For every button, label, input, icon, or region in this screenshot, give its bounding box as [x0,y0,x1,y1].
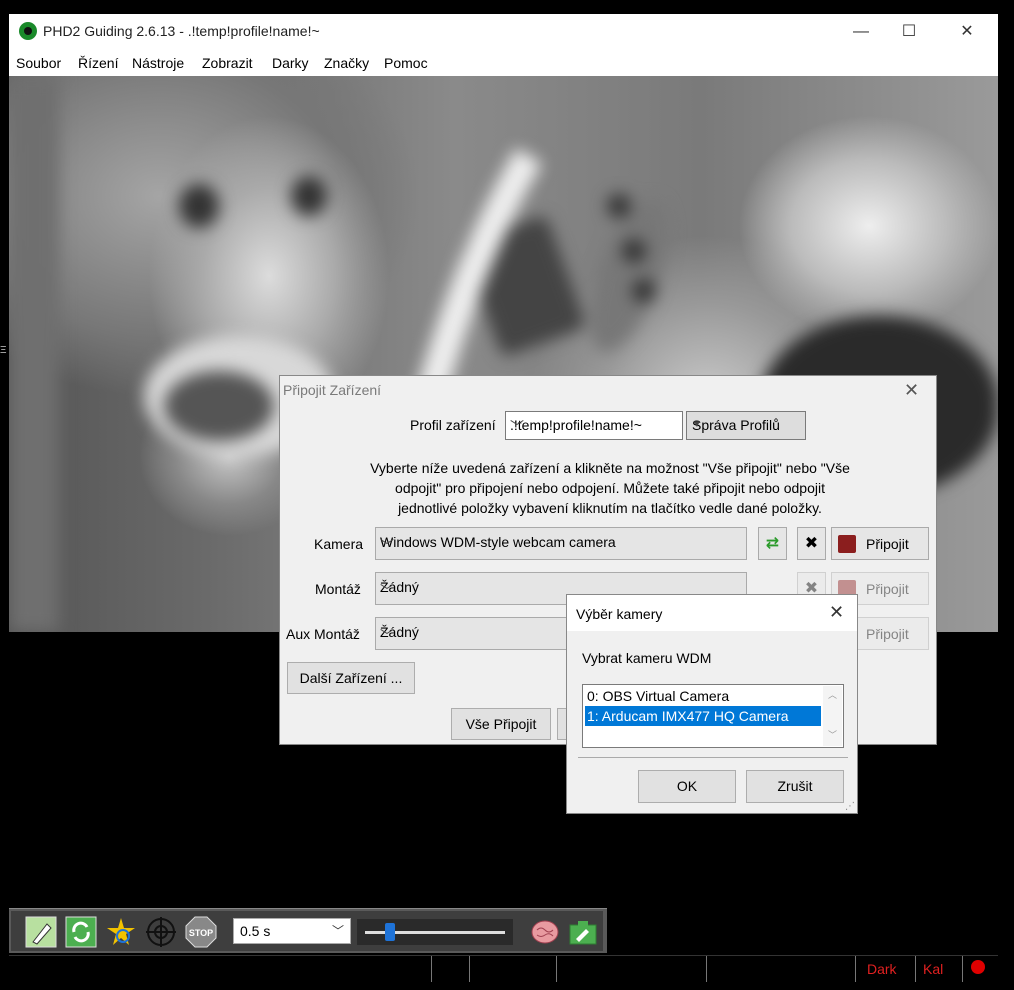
menu-znacky[interactable]: Značky [324,55,369,71]
camera-dialog-close-button[interactable]: ✕ [829,602,844,623]
exposure-value: 0.5 s [240,923,271,939]
connect-gear-icon[interactable] [567,916,599,948]
camera-list[interactable]: 0: OBS Virtual Camera 1: Arducam IMX477 … [582,684,844,748]
chevron-down-icon: ﹀ [331,924,344,938]
status-bar: Dark Kal [9,955,998,982]
menu-nastroje[interactable]: Nástroje [132,55,184,71]
aux-mount-label: Aux Montáž [286,626,360,642]
title-bar: PHD2 Guiding 2.6.13 - .!temp!profile!nam… [9,14,998,50]
more-devices-button[interactable]: Další Zařízení ... [287,662,415,694]
instructions-line: Vyberte níže uvedená zařízení a klikněte… [370,460,850,476]
menu-zobrazit[interactable]: Zobrazit [202,55,253,71]
instructions-text: Vyberte níže uvedená zařízení a klikněte… [340,458,880,518]
manage-profiles-button[interactable]: Správa Profilů ▼ [686,411,806,440]
dialog-close-button[interactable]: ✕ [904,380,919,401]
plug-icon [838,535,856,553]
tools-icon: ✖ [804,535,819,552]
mount-connect-label: Připojit [866,581,909,597]
divider [578,757,848,758]
aux-mount-connect-label: Připojit [866,626,909,642]
scroll-up-icon[interactable]: ︿ [828,688,837,701]
camera-dialog-title: Výběr kamery [576,606,663,622]
cancel-button[interactable]: Zrušit [746,770,844,803]
dialog-title: Připojit Zařízení [283,382,382,398]
menu-darky[interactable]: Darky [272,55,309,71]
chevron-down-icon: ﹀ [510,419,524,435]
menu-rizeni[interactable]: Řízení [78,55,118,71]
svg-text:STOP: STOP [189,928,213,938]
swap-camera-button[interactable]: ⇄ [758,527,787,560]
camera-list-scrollbar[interactable]: ︿ ﹀ [823,686,842,746]
camera-list-item[interactable]: 0: OBS Virtual Camera [585,686,821,706]
toolbar-panel: STOP 0.5 s ﹀ [11,911,603,951]
camera-label: Kamera [314,536,364,552]
edge-glyph: Ξ [0,345,7,356]
status-separator [431,956,432,982]
status-separator [855,956,856,982]
swap-arrows-icon: ⇄ [765,535,780,552]
ok-button[interactable]: OK [638,770,736,803]
calibration-status: Kal [923,961,944,977]
menu-pomoc[interactable]: Pomoc [384,55,428,71]
maximize-button[interactable]: ☐ [886,14,932,50]
status-separator [706,956,707,982]
close-button[interactable]: ✕ [944,14,990,50]
camera-list-item-selected[interactable]: 1: Arducam IMX477 HQ Camera [585,706,821,726]
window-title: PHD2 Guiding 2.6.13 - .!temp!profile!nam… [43,23,320,39]
connect-all-button[interactable]: Vše Připojit [451,708,551,740]
status-separator [962,956,963,982]
scroll-down-icon[interactable]: ﹀ [828,728,837,741]
profile-select[interactable]: .!temp!profile!name!~ ﹀ [505,411,683,440]
camera-setup-button[interactable]: ✖ [797,527,826,560]
dark-status: Dark [867,961,897,977]
camera-connect-label: Připojit [866,536,909,552]
brain-settings-icon[interactable] [529,916,561,948]
resize-grip-icon[interactable]: ⋰ [845,801,855,812]
menu-bar: Soubor Řízení Nástroje Zobrazit Darky Zn… [9,50,998,76]
camera-select[interactable]: Windows WDM-style webcam camera ﹀ [375,527,747,560]
instructions-line: odpojit" pro připojení nebo odpojení. Mů… [395,480,825,496]
camera-connect-button[interactable]: Připojit [831,527,929,560]
gamma-slider[interactable] [357,919,513,945]
camera-dialog-title-bar: Výběr kamery ✕ [567,595,857,631]
auto-select-star-icon[interactable] [105,916,137,948]
status-separator [469,956,470,982]
connection-status-dot [971,960,985,974]
minimize-button[interactable]: — [838,14,884,50]
status-separator [556,956,557,982]
camera-selection-dialog: Výběr kamery ✕ Vybrat kameru WDM 0: OBS … [566,594,858,814]
exposure-duration-select[interactable]: 0.5 s ﹀ [233,918,351,944]
profile-label: Profil zařízení [410,417,496,433]
bottom-toolbar: STOP 0.5 s ﹀ [9,908,607,953]
menu-soubor[interactable]: Soubor [16,55,61,71]
phd2-app-icon [19,22,37,40]
status-separator [915,956,916,982]
gamma-slider-thumb[interactable] [385,923,396,941]
mount-label: Montáž [315,581,361,597]
dropdown-arrow-icon: ▼ [692,419,702,430]
chevron-down-icon: ﹀ [380,538,394,554]
camera-prompt: Vybrat kameru WDM [582,650,712,666]
loop-camera-icon[interactable] [25,916,57,948]
guide-crosshair-icon[interactable] [145,916,177,948]
instructions-line: jednotlivé položky vybavení kliknutím na… [398,500,822,516]
stop-icon[interactable]: STOP [185,916,217,948]
loop-icon[interactable] [65,916,97,948]
